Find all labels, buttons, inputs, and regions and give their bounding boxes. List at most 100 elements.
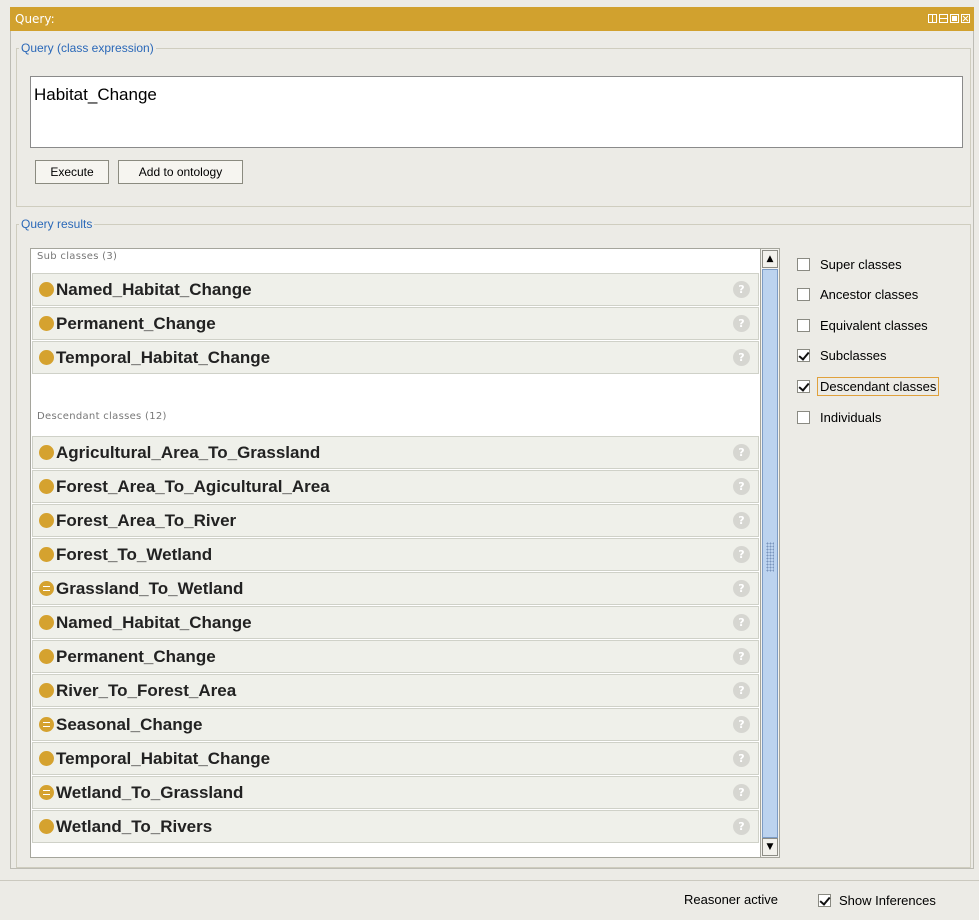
class-row[interactable]: Permanent_Change? (32, 307, 759, 340)
help-icon[interactable]: ? (733, 818, 750, 835)
class-label: Temporal_Habitat_Change (56, 347, 271, 367)
option-checkbox[interactable] (797, 349, 810, 363)
help-icon[interactable]: ? (733, 281, 750, 298)
results-list[interactable]: Sub classes (3) Named_Habitat_Change? Per… (30, 248, 761, 858)
help-icon[interactable]: ? (733, 614, 750, 631)
option-checkbox[interactable] (797, 288, 810, 302)
option-individuals[interactable]: Individuals (797, 407, 881, 427)
class-label: Seasonal_Change (56, 714, 203, 734)
subclasses-section-header: Sub classes (3) (37, 251, 118, 262)
class-row[interactable]: Seasonal_Change? (32, 708, 759, 741)
class-row[interactable]: Forest_Area_To_River? (32, 504, 759, 537)
maximize-icon[interactable] (950, 14, 959, 23)
class-icon (39, 819, 54, 834)
option-label: Subclasses (820, 348, 887, 364)
split-icon[interactable] (939, 14, 948, 23)
close-icon[interactable] (961, 14, 970, 23)
option-label: Individuals (820, 409, 882, 425)
help-icon[interactable]: ? (733, 478, 750, 495)
query-expression-legend: Query (class expression) (21, 41, 154, 55)
class-icon (39, 683, 54, 698)
option-subclasses[interactable]: Subclasses (797, 346, 886, 366)
class-label: Agricultural_Area_To_Grassland (56, 442, 321, 462)
class-row[interactable]: Wetland_To_Rivers? (32, 810, 759, 843)
class-row[interactable]: Agricultural_Area_To_Grassland? (32, 436, 759, 469)
class-icon (39, 282, 54, 297)
class-label: Named_Habitat_Change (56, 612, 252, 632)
class-label: Forest_Area_To_Agicultural_Area (56, 476, 330, 496)
class-label: Forest_To_Wetland (56, 544, 213, 564)
help-icon[interactable]: ? (733, 444, 750, 461)
class-row[interactable]: Named_Habitat_Change? (32, 606, 759, 639)
class-label: Permanent_Change (56, 313, 216, 333)
option-checkbox[interactable] (797, 257, 810, 271)
class-icon (39, 751, 54, 766)
add-to-ontology-button[interactable]: Add to ontology (118, 160, 243, 184)
help-icon[interactable]: ? (733, 512, 750, 529)
scroll-down-button[interactable]: ▼ (762, 838, 778, 856)
view-title-bar: Query: (10, 7, 974, 31)
show-inferences-toggle[interactable]: Show Inferences (818, 890, 936, 910)
class-label: River_To_Forest_Area (56, 680, 237, 700)
reasoner-status: Reasoner active (684, 892, 778, 907)
option-descendant-classes[interactable]: Descendant classes (797, 376, 940, 396)
option-checkbox[interactable] (797, 410, 810, 424)
class-row[interactable]: Forest_Area_To_Agicultural_Area? (32, 470, 759, 503)
class-label: Temporal_Habitat_Change (56, 748, 271, 768)
results-scrollbar[interactable]: ▲ ▼ (761, 248, 780, 858)
scroll-thumb-grip (766, 542, 774, 572)
help-icon[interactable]: ? (733, 580, 750, 597)
class-row[interactable]: Wetland_To_Grassland? (32, 776, 759, 809)
class-row[interactable]: Temporal_Habitat_Change? (32, 341, 759, 374)
option-label: Ancestor classes (820, 287, 919, 303)
option-super-classes[interactable]: Super classes (797, 254, 902, 274)
show-inferences-label: Show Inferences (839, 892, 936, 908)
help-icon[interactable]: ? (733, 682, 750, 699)
help-icon[interactable]: ? (733, 716, 750, 733)
class-label: Forest_Area_To_River (56, 510, 237, 530)
class-icon (39, 350, 54, 365)
show-inferences-checkbox[interactable] (818, 893, 831, 907)
window-controls (928, 14, 970, 23)
equivalent-class-icon (39, 785, 54, 800)
class-icon (39, 445, 54, 460)
class-label: Wetland_To_Rivers (56, 816, 213, 836)
help-icon[interactable]: ? (733, 349, 750, 366)
query-results-legend: Query results (21, 217, 93, 231)
option-ancestor-classes[interactable]: Ancestor classes (797, 285, 918, 305)
scroll-thumb[interactable] (762, 269, 778, 838)
class-expression-input[interactable]: Habitat_Change (30, 76, 963, 148)
class-row[interactable]: Permanent_Change? (32, 640, 759, 673)
help-icon[interactable]: ? (733, 315, 750, 332)
class-row[interactable]: Named_Habitat_Change? (32, 273, 759, 306)
help-icon[interactable]: ? (733, 784, 750, 801)
class-icon (39, 547, 54, 562)
equivalent-class-icon (39, 581, 54, 596)
class-label: Grassland_To_Wetland (56, 578, 244, 598)
option-equivalent-classes[interactable]: Equivalent classes (797, 315, 928, 335)
class-row[interactable]: Grassland_To_Wetland? (32, 572, 759, 605)
option-checkbox[interactable] (797, 379, 810, 393)
class-row[interactable]: River_To_Forest_Area? (32, 674, 759, 707)
class-icon (39, 316, 54, 331)
tile-icon[interactable] (928, 14, 937, 23)
option-label: Equivalent classes (820, 317, 928, 333)
class-expression-text: Habitat_Change (34, 85, 157, 104)
descendants-section-header: Descendant classes (12) (37, 411, 167, 422)
class-icon (39, 649, 54, 664)
option-label: Super classes (820, 256, 902, 272)
help-icon[interactable]: ? (733, 648, 750, 665)
option-checkbox[interactable] (797, 318, 810, 332)
class-label: Named_Habitat_Change (56, 279, 252, 299)
class-icon (39, 479, 54, 494)
scroll-up-button[interactable]: ▲ (762, 250, 778, 268)
help-icon[interactable]: ? (733, 750, 750, 767)
help-icon[interactable]: ? (733, 546, 750, 563)
view-title: Query: (15, 12, 55, 26)
execute-button[interactable]: Execute (35, 160, 109, 184)
class-icon (39, 615, 54, 630)
class-label: Wetland_To_Grassland (56, 782, 244, 802)
class-row[interactable]: Forest_To_Wetland? (32, 538, 759, 571)
class-label: Permanent_Change (56, 646, 216, 666)
class-row[interactable]: Temporal_Habitat_Change? (32, 742, 759, 775)
